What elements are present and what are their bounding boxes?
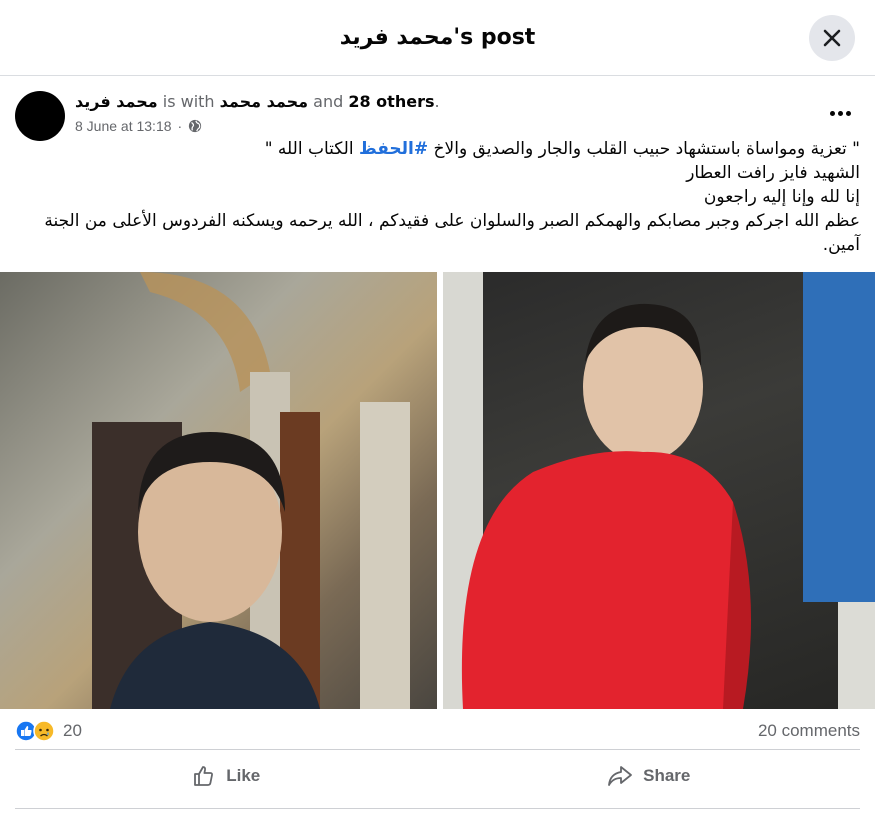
post-meta: 8 June at 13:18 · — [75, 118, 202, 134]
post-actions: Like Share — [15, 753, 860, 799]
like-icon — [194, 766, 214, 786]
and-text: and — [313, 92, 344, 111]
post-stats: 20 20 comments — [15, 712, 860, 750]
photo-grid — [0, 272, 875, 709]
share-icon — [608, 766, 633, 786]
post-text-line: عظم الله اجركم وجبر مصابكم والهمكم الصبر… — [44, 211, 860, 255]
post-date[interactable]: 8 June at 13:18 — [75, 118, 172, 134]
author-line: محمد فريد is with محمد محمد and 28 other… — [75, 92, 440, 111]
divider — [15, 808, 860, 809]
others-link[interactable]: 28 others — [348, 92, 434, 111]
like-label: Like — [226, 766, 261, 785]
close-button[interactable] — [809, 15, 855, 61]
share-button[interactable]: Share — [438, 753, 861, 799]
more-icon — [829, 110, 835, 116]
post-header: محمد فريد is with محمد محمد and 28 other… — [15, 88, 860, 141]
reactions-count: 20 — [63, 720, 82, 740]
close-icon — [823, 29, 841, 47]
post-text-line: الشهيد فايز رافت العطار — [686, 163, 860, 183]
post-text: " تعزية ومواساة باستشهاد حبيب القلب والج… — [15, 137, 860, 257]
sad-icon — [33, 719, 55, 742]
comments-count[interactable]: 20 comments — [758, 721, 860, 741]
dialog-title: محمد فريد's post — [339, 25, 536, 50]
reactions-summary[interactable]: 20 — [15, 719, 82, 742]
author-name[interactable]: محمد فريد — [75, 92, 158, 111]
hashtag-link[interactable]: #الحفظ — [359, 139, 428, 159]
dialog-header: محمد فريد's post — [0, 0, 875, 76]
more-options-button[interactable] — [820, 102, 860, 124]
photo-right-image — [443, 272, 875, 709]
photo-left[interactable] — [0, 272, 437, 709]
post-text-line: " تعزية ومواساة باستشهاد حبيب القلب والج… — [264, 139, 860, 159]
photo-left-image — [92, 272, 410, 709]
avatar[interactable] — [15, 91, 65, 141]
globe-icon — [189, 119, 202, 133]
post-dialog: محمد فريد's post محمد فريد is with محمد … — [0, 0, 875, 832]
photo-right[interactable] — [443, 272, 875, 709]
like-button[interactable]: Like — [15, 753, 438, 799]
tagged-person[interactable]: محمد محمد — [220, 92, 308, 111]
with-text: is with — [162, 92, 215, 111]
post-text-line: إنا لله وإنا إليه راجعون — [703, 187, 860, 207]
share-label: Share — [643, 766, 691, 785]
